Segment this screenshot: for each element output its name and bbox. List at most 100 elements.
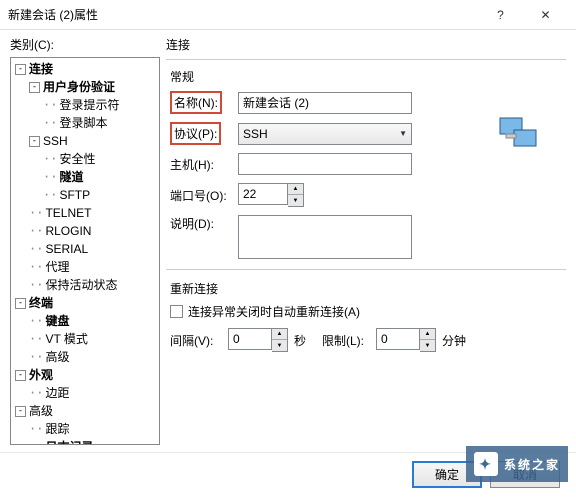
tree-toggle-icon[interactable]: - (29, 82, 40, 93)
content-panel: 连接 常规 名称(N): 协议(P): SSH ▼ 主机(H): 端口号(O): (166, 36, 566, 434)
description-textarea[interactable] (238, 215, 412, 259)
tree-item-label: 登录提示符 (59, 97, 119, 113)
tree-toggle-icon[interactable]: - (15, 370, 26, 381)
tree-leaf-icon: ·· (43, 187, 57, 203)
tree-item[interactable]: -用户身份验证 (13, 78, 157, 96)
tree-leaf-icon: ·· (29, 259, 43, 275)
general-section-title: 常规 (170, 68, 562, 85)
tree-item[interactable]: ··日志记录 (13, 438, 157, 445)
limit-up-button[interactable]: ▲ (420, 329, 435, 340)
tree-item[interactable]: ··跟踪 (13, 420, 157, 438)
tree-item[interactable]: -连接 (13, 60, 157, 78)
tree-item-label: 高级 (45, 349, 69, 365)
tree-item-label: 日志记录 (45, 439, 93, 445)
computer-icon (498, 116, 538, 152)
description-label: 说明(D): (170, 215, 238, 232)
tree-item-label: 跟踪 (45, 421, 69, 437)
tree-leaf-icon: ·· (43, 97, 57, 113)
protocol-value: SSH (243, 127, 268, 141)
tree-item[interactable]: ··登录提示符 (13, 96, 157, 114)
watermark-text: 系统之家 (504, 456, 560, 473)
watermark-logo-icon: ✦ (474, 452, 498, 476)
port-spinner[interactable]: ▲ ▼ (238, 183, 304, 207)
tree-item[interactable]: ··SERIAL (13, 240, 157, 258)
tree-item[interactable]: ··VT 模式 (13, 330, 157, 348)
tree-leaf-icon: ·· (29, 223, 43, 239)
help-button[interactable]: ? (478, 1, 523, 29)
panel-header: 连接 (166, 36, 566, 60)
reconnect-section-title: 重新连接 (170, 280, 562, 297)
tree-leaf-icon: ·· (43, 115, 57, 131)
chevron-down-icon: ▼ (399, 129, 407, 138)
tree-toggle-icon[interactable]: - (15, 298, 26, 309)
interval-label: 间隔(V): (170, 332, 222, 349)
tree-leaf-icon: ·· (43, 151, 57, 167)
category-tree[interactable]: -连接-用户身份验证··登录提示符··登录脚本-SSH··安全性··隧道··SF… (10, 57, 160, 445)
tree-item[interactable]: ··隧道 (13, 168, 157, 186)
close-button[interactable]: ✕ (523, 1, 568, 29)
tree-leaf-icon: ·· (29, 277, 43, 293)
limit-down-button[interactable]: ▼ (420, 340, 435, 351)
interval-spinner[interactable]: ▲ ▼ (228, 328, 288, 352)
tree-toggle-icon[interactable]: - (29, 136, 40, 147)
titlebar: 新建会话 (2)属性 ? ✕ (0, 0, 576, 30)
interval-up-button[interactable]: ▲ (272, 329, 287, 340)
name-label: 名称(N): (170, 91, 222, 114)
tree-item[interactable]: ··RLOGIN (13, 222, 157, 240)
seconds-label: 秒 (294, 332, 306, 349)
tree-leaf-icon: ·· (29, 385, 43, 401)
tree-item[interactable]: -高级 (13, 402, 157, 420)
tree-item[interactable]: ··TELNET (13, 204, 157, 222)
tree-item[interactable]: ··安全性 (13, 150, 157, 168)
interval-down-button[interactable]: ▼ (272, 340, 287, 351)
name-input[interactable] (238, 92, 412, 114)
tree-item[interactable]: -终端 (13, 294, 157, 312)
limit-label: 限制(L): (322, 332, 370, 349)
tree-leaf-icon: ·· (29, 421, 43, 437)
tree-item-label: 边距 (45, 385, 69, 401)
tree-toggle-icon[interactable]: - (15, 64, 26, 75)
tree-item[interactable]: -外观 (13, 366, 157, 384)
interval-input[interactable] (228, 328, 272, 350)
tree-item-label: 用户身份验证 (43, 79, 115, 95)
tree-leaf-icon: ·· (29, 331, 43, 347)
tree-item-label: 安全性 (59, 151, 95, 167)
tree-item-label: 隧道 (59, 169, 83, 185)
tree-item[interactable]: ··SFTP (13, 186, 157, 204)
minutes-label: 分钟 (442, 332, 466, 349)
tree-item-label: SERIAL (45, 241, 88, 257)
tree-toggle-icon[interactable]: - (15, 406, 26, 417)
tree-item[interactable]: ··登录脚本 (13, 114, 157, 132)
window-title: 新建会话 (2)属性 (8, 6, 478, 23)
protocol-select[interactable]: SSH ▼ (238, 123, 412, 145)
tree-item-label: VT 模式 (45, 331, 87, 347)
tree-item-label: TELNET (45, 205, 91, 221)
tree-item[interactable]: -SSH (13, 132, 157, 150)
tree-item[interactable]: ··保持活动状态 (13, 276, 157, 294)
limit-input[interactable] (376, 328, 420, 350)
tree-leaf-icon: ·· (29, 313, 43, 329)
tree-item-label: 键盘 (45, 313, 69, 329)
protocol-label: 协议(P): (170, 122, 221, 145)
limit-spinner[interactable]: ▲ ▼ (376, 328, 436, 352)
tree-item[interactable]: ··键盘 (13, 312, 157, 330)
tree-item[interactable]: ··边距 (13, 384, 157, 402)
auto-reconnect-label: 连接异常关闭时自动重新连接(A) (188, 303, 360, 320)
tree-item-label: 终端 (29, 295, 53, 311)
tree-item-label: SSH (43, 133, 68, 149)
port-input[interactable] (238, 183, 288, 205)
tree-leaf-icon: ·· (29, 241, 43, 257)
host-input[interactable] (238, 153, 412, 175)
auto-reconnect-checkbox[interactable] (170, 305, 183, 318)
tree-item-label: 保持活动状态 (45, 277, 117, 293)
tree-item-label: RLOGIN (45, 223, 91, 239)
tree-item[interactable]: ··高级 (13, 348, 157, 366)
port-up-button[interactable]: ▲ (288, 184, 303, 195)
port-down-button[interactable]: ▼ (288, 195, 303, 206)
tree-leaf-icon: ·· (43, 169, 57, 185)
tree-item[interactable]: ··代理 (13, 258, 157, 276)
host-label: 主机(H): (170, 156, 238, 173)
port-label: 端口号(O): (170, 187, 238, 204)
tree-leaf-icon: ·· (29, 439, 43, 445)
tree-item-label: 高级 (29, 403, 53, 419)
